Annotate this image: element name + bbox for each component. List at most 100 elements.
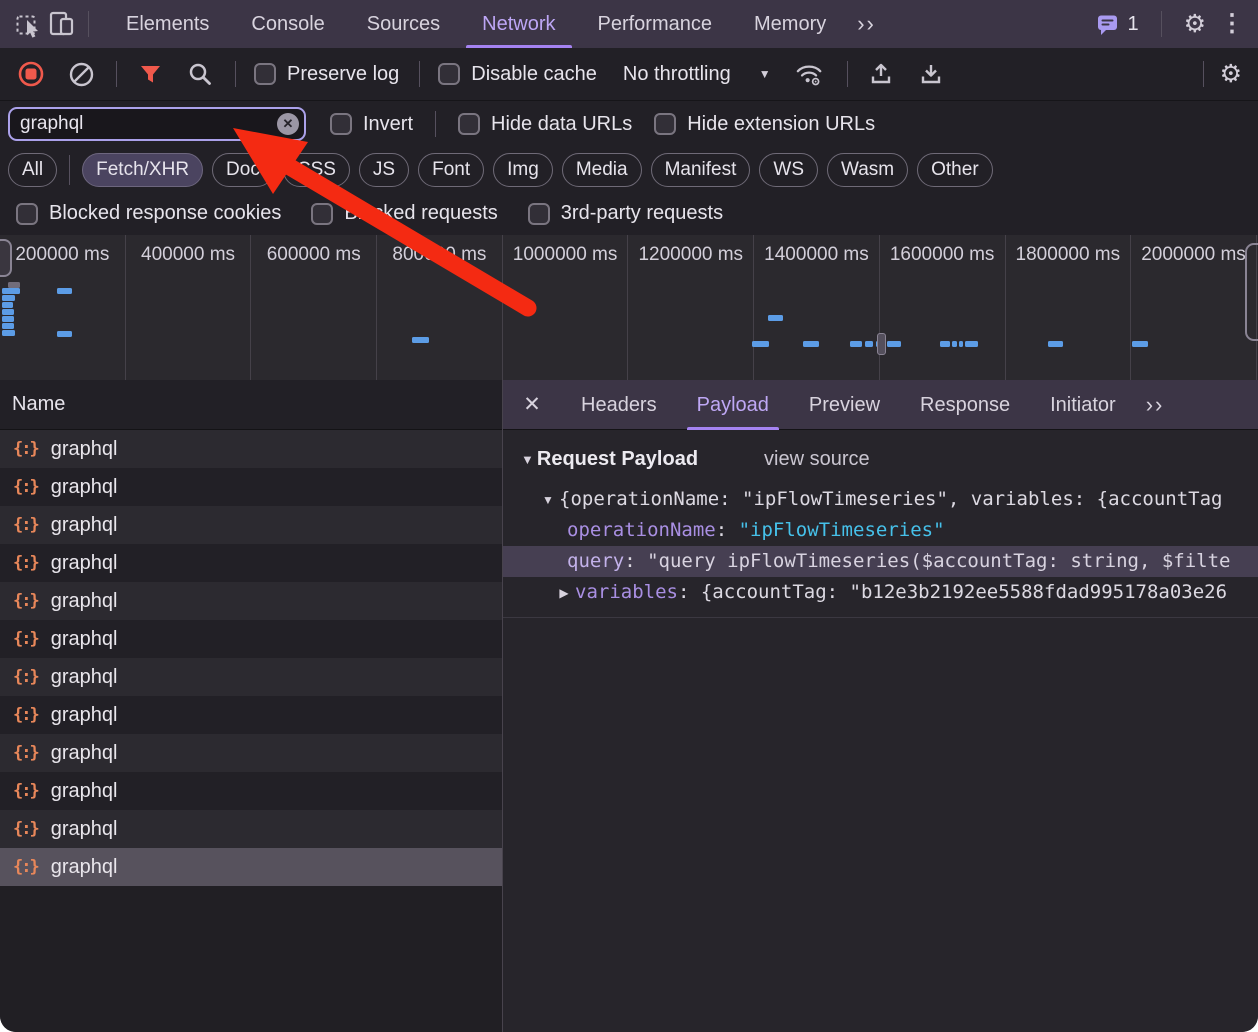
device-toolbar-button[interactable]	[46, 7, 80, 41]
filter-chip[interactable]: Media	[562, 153, 642, 187]
chevron-down-icon: ▼	[759, 67, 771, 81]
detail-tab[interactable]: Payload	[677, 380, 789, 430]
view-source-link[interactable]: view source	[764, 448, 870, 471]
detail-tab[interactable]: Initiator	[1030, 380, 1136, 430]
disable-cache-checkbox[interactable]: Disable cache	[438, 63, 597, 86]
request-row[interactable]: {:} graphql	[0, 582, 502, 620]
expand-caret-icon[interactable]: ▶	[553, 578, 575, 608]
inspect-element-button[interactable]	[12, 7, 46, 41]
detail-more-tabs-icon[interactable]: ››	[1146, 392, 1165, 418]
checkbox	[311, 203, 333, 225]
record-network-log-button[interactable]	[16, 59, 46, 89]
detail-tabbar: ✕ HeadersPayloadPreviewResponseInitiator…	[503, 380, 1258, 430]
json-variables-row[interactable]: ▶variables: {accountTag: "b12e3b2192ee55…	[503, 577, 1258, 608]
close-detail-icon[interactable]: ✕	[503, 392, 561, 417]
json-braces-icon: {:}	[13, 553, 38, 573]
detail-tab[interactable]: Preview	[789, 380, 900, 430]
json-colon: :	[624, 550, 647, 572]
filter-chip[interactable]: Doc	[212, 153, 274, 187]
filter-chip-label: Fetch/XHR	[96, 159, 189, 180]
request-bar	[412, 337, 429, 343]
advanced-filter-checkbox[interactable]: Blocked requests	[311, 202, 497, 225]
search-icon[interactable]	[185, 59, 215, 89]
panel-tab[interactable]: Elements	[105, 0, 230, 48]
panel-tab[interactable]: Sources	[346, 0, 461, 48]
request-row[interactable]: {:} graphql	[0, 468, 502, 506]
throttling-dropdown[interactable]: No throttling ▼	[623, 63, 771, 86]
collapse-caret-icon[interactable]: ▼	[521, 452, 534, 467]
timeline-right-handle[interactable]	[1245, 243, 1258, 341]
divider	[419, 61, 420, 87]
filter-chip[interactable]: WS	[759, 153, 818, 187]
import-har-icon[interactable]	[866, 59, 896, 89]
detail-tab[interactable]: Response	[900, 380, 1030, 430]
request-row[interactable]: {:} graphql	[0, 658, 502, 696]
clear-filter-icon[interactable]: ✕	[277, 113, 299, 135]
export-har-icon[interactable]	[916, 59, 946, 89]
filter-input[interactable]	[8, 107, 306, 141]
invert-checkbox[interactable]: Invert	[330, 113, 413, 136]
name-column-header[interactable]: Name	[0, 380, 502, 430]
panel-tab[interactable]: Memory	[733, 0, 847, 48]
devtools-window: ElementsConsoleSourcesNetwork Performance…	[0, 0, 1258, 1032]
json-query-row[interactable]: query: "query ipFlowTimeseries($accountT…	[503, 546, 1258, 577]
expand-caret-icon[interactable]: ▼	[537, 485, 559, 515]
network-settings-gear-icon[interactable]: ⚙	[1220, 62, 1242, 87]
divider	[116, 61, 117, 87]
request-row[interactable]: {:} graphql	[0, 810, 502, 848]
advanced-filter-checkbox[interactable]: 3rd-party requests	[528, 202, 723, 225]
filter-chip[interactable]: Font	[418, 153, 484, 187]
panel-tabs: ElementsConsoleSourcesNetwork Performance…	[105, 0, 847, 48]
filter-chip[interactable]: Wasm	[827, 153, 908, 187]
request-row[interactable]: {:} graphql	[0, 506, 502, 544]
panel-tab[interactable]: Console	[230, 0, 345, 48]
hide-data-urls-checkbox[interactable]: Hide data URLs	[458, 113, 632, 136]
filter-chip-all[interactable]: All	[8, 153, 57, 187]
timeline-left-handle[interactable]	[0, 239, 12, 277]
issues-counter[interactable]: 1	[1096, 13, 1138, 36]
filter-icon[interactable]	[135, 59, 165, 89]
divider	[847, 61, 848, 87]
filter-chip[interactable]: Fetch/XHR	[82, 153, 203, 187]
network-conditions-icon[interactable]	[795, 59, 825, 89]
request-row[interactable]: {:} graphql	[0, 848, 502, 886]
panel-tab-label: Performance	[598, 13, 713, 35]
clear-network-log-button[interactable]	[66, 59, 96, 89]
filter-chip[interactable]: JS	[359, 153, 409, 187]
request-row[interactable]: {:} graphql	[0, 430, 502, 468]
filter-chip[interactable]: Other	[917, 153, 993, 187]
request-row[interactable]: {:} graphql	[0, 620, 502, 658]
detail-tab[interactable]: Headers	[561, 380, 677, 430]
request-name: graphql	[51, 438, 118, 461]
advanced-filter-checkbox[interactable]: Blocked response cookies	[16, 202, 281, 225]
panel-tab[interactable]: Performance	[577, 0, 734, 48]
divider	[235, 61, 236, 87]
request-row[interactable]: {:} graphql	[0, 734, 502, 772]
filter-chip[interactable]: CSS	[283, 153, 350, 187]
request-row[interactable]: {:} graphql	[0, 772, 502, 810]
json-root-row[interactable]: ▼{operationName: "ipFlowTimeseries", var…	[503, 484, 1258, 515]
advanced-filters: Blocked response cookies Blocked request…	[0, 192, 1258, 235]
request-bar	[57, 288, 72, 294]
request-bar	[2, 288, 20, 294]
json-braces-icon: {:}	[13, 781, 38, 801]
settings-gear-icon[interactable]: ⚙	[1184, 12, 1206, 37]
panel-tab[interactable]: Network	[461, 0, 576, 48]
advanced-filter-label: Blocked requests	[344, 202, 497, 225]
invert-label: Invert	[363, 113, 413, 136]
json-operation-name-row[interactable]: operationName: "ipFlowTimeseries"	[503, 515, 1258, 546]
network-overview-timeline[interactable]: 200000 ms400000 ms600000 ms800000 ms1000…	[0, 235, 1258, 382]
preserve-log-checkbox[interactable]: Preserve log	[254, 63, 399, 86]
request-row[interactable]: {:} graphql	[0, 544, 502, 582]
more-tabs-icon[interactable]: ››	[847, 11, 886, 37]
hide-extension-urls-checkbox[interactable]: Hide extension URLs	[654, 113, 875, 136]
customize-menu-icon[interactable]: ⋮	[1220, 12, 1244, 36]
detail-tabs: HeadersPayloadPreviewResponseInitiator	[561, 380, 1136, 430]
filter-chip[interactable]: Manifest	[651, 153, 751, 187]
issues-count: 1	[1127, 13, 1138, 36]
json-braces-icon: {:}	[13, 591, 38, 611]
payload-json-tree: ▼{operationName: "ipFlowTimeseries", var…	[503, 484, 1258, 608]
request-row[interactable]: {:} graphql	[0, 696, 502, 734]
filter-chip[interactable]: Img	[493, 153, 553, 187]
divider	[1161, 11, 1162, 37]
